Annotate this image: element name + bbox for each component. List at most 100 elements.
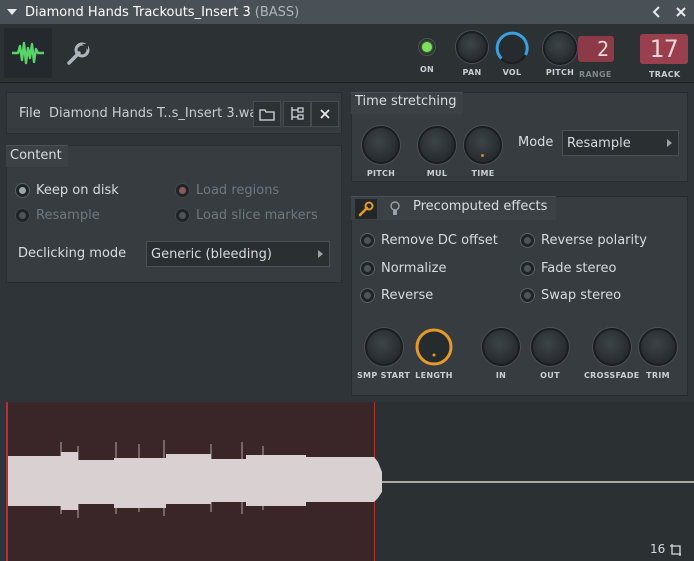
- swap-stereo-label: Swap stereo: [541, 288, 622, 303]
- fade-stereo-label: Fade stereo: [541, 261, 617, 276]
- bulb-icon[interactable]: [388, 200, 402, 218]
- on-toggle[interactable]: ON: [418, 38, 436, 74]
- caret-right-icon: [667, 139, 672, 147]
- trim-knob-group: TRIM: [639, 328, 677, 380]
- open-folder-button[interactable]: [253, 101, 281, 127]
- file-panel: File Diamond Hands T..s_Insert 3.wav: [6, 92, 342, 134]
- ts-time-knob-group: TIME: [464, 126, 502, 178]
- pan-knob[interactable]: [456, 31, 488, 63]
- on-led-icon[interactable]: [418, 38, 436, 56]
- in-knob-group: IN: [482, 328, 520, 380]
- channel-toolbar: ON PAN VOL PITCH 2 RANGE 17 TRACK: [0, 24, 694, 83]
- mode-select[interactable]: Resample: [562, 130, 679, 156]
- reverse-polarity-checkbox[interactable]: Reverse polarity: [520, 233, 647, 248]
- vol-knob[interactable]: [495, 31, 529, 65]
- out-knob-group: OUT: [531, 328, 569, 380]
- arrow-left-icon[interactable]: [648, 3, 666, 21]
- out-label: OUT: [540, 371, 560, 380]
- file-label: File: [19, 106, 41, 121]
- vol-label: VOL: [502, 68, 522, 77]
- declicking-mode-select[interactable]: Generic (bleeding): [146, 241, 330, 267]
- load-regions-radio[interactable]: Load regions: [175, 183, 279, 198]
- length-knob-group: LENGTH: [414, 327, 454, 380]
- track-value: 17: [649, 35, 679, 63]
- close-icon[interactable]: [672, 3, 690, 21]
- mode-value: Resample: [567, 135, 631, 151]
- on-label: ON: [419, 65, 435, 74]
- resample-label: Resample: [36, 208, 100, 223]
- browse-file-button[interactable]: [283, 101, 311, 127]
- waveform-display[interactable]: 16: [6, 402, 694, 561]
- in-label: IN: [495, 371, 507, 380]
- vol-knob-group: VOL: [495, 31, 529, 77]
- length-knob[interactable]: [414, 327, 454, 367]
- track-display[interactable]: 17: [640, 34, 688, 64]
- resample-radio[interactable]: Resample: [15, 208, 100, 223]
- normalize-checkbox[interactable]: Normalize: [360, 261, 446, 276]
- ts-pitch-knob[interactable]: [362, 126, 400, 164]
- time-stretching-title: Time stretching: [355, 94, 457, 109]
- precomputed-effects-title: Precomputed effects: [413, 199, 548, 214]
- range-value: 2: [596, 37, 609, 61]
- content-title: Content: [10, 148, 62, 163]
- smp-start-label: SMP START: [357, 371, 411, 380]
- smp-start-knob[interactable]: [364, 328, 403, 366]
- wrench-tab-icon[interactable]: [60, 36, 96, 72]
- ts-pitch-label: PITCH: [366, 169, 396, 178]
- waveform-graphic: [8, 440, 694, 518]
- fade-stereo-checkbox[interactable]: Fade stereo: [520, 261, 617, 276]
- reverse-checkbox[interactable]: Reverse: [360, 288, 433, 303]
- file-name: Diamond Hands T..s_Insert 3.wav: [49, 106, 253, 121]
- caret-right-icon: [318, 250, 323, 258]
- trim-label: TRIM: [646, 371, 670, 380]
- ts-time-label: TIME: [471, 169, 495, 178]
- close-icon: [320, 109, 330, 119]
- smp-start-knob-group: SMP START: [357, 328, 410, 380]
- load-slice-markers-radio[interactable]: Load slice markers: [175, 208, 318, 223]
- normalize-label: Normalize: [381, 261, 447, 276]
- remove-dc-offset-checkbox[interactable]: Remove DC offset: [360, 233, 498, 248]
- window-subtitle: (BASS): [254, 4, 300, 20]
- range-label: RANGE: [579, 70, 612, 79]
- swap-stereo-checkbox[interactable]: Swap stereo: [520, 288, 621, 303]
- zoom-value: 16: [650, 542, 666, 556]
- ts-mul-knob[interactable]: [418, 126, 456, 164]
- load-slice-markers-label: Load slice markers: [196, 208, 318, 223]
- clear-file-button[interactable]: [311, 101, 339, 127]
- pitch-knob-group: PITCH: [543, 31, 577, 77]
- wrench-icon[interactable]: [355, 199, 377, 219]
- pan-knob-group: PAN: [456, 31, 488, 77]
- reverse-polarity-label: Reverse polarity: [541, 233, 647, 248]
- pan-label: PAN: [462, 68, 482, 77]
- ts-mul-knob-group: MUL: [418, 126, 456, 178]
- trim-knob[interactable]: [639, 328, 677, 366]
- ts-mul-label: MUL: [426, 169, 448, 178]
- pitch-knob[interactable]: [543, 31, 577, 65]
- crossfade-knob-group: CROSSFADE: [584, 328, 640, 380]
- track-label: TRACK: [649, 70, 681, 79]
- title-bar: Diamond Hands Trackouts_Insert 3 (BASS): [0, 0, 694, 24]
- waveform-tab-icon[interactable]: [4, 28, 52, 78]
- folder-tree-icon: [291, 107, 304, 120]
- out-knob[interactable]: [531, 328, 569, 366]
- crossfade-label: CROSSFADE: [584, 371, 640, 380]
- remove-dc-offset-label: Remove DC offset: [381, 233, 498, 248]
- crossfade-knob[interactable]: [592, 328, 631, 366]
- ts-time-knob[interactable]: [464, 126, 502, 164]
- range-display[interactable]: 2: [578, 36, 614, 62]
- menu-arrow-icon[interactable]: [3, 3, 21, 21]
- folder-icon: [259, 108, 275, 121]
- declicking-mode-label: Declicking mode: [18, 246, 127, 261]
- in-knob[interactable]: [482, 328, 520, 366]
- declicking-mode-value: Generic (bleeding): [151, 246, 272, 262]
- ts-pitch-knob-group: PITCH: [362, 126, 400, 178]
- load-regions-label: Load regions: [196, 183, 280, 198]
- keep-on-disk-label: Keep on disk: [36, 183, 119, 198]
- reverse-label: Reverse: [381, 288, 434, 303]
- length-label: LENGTH: [415, 371, 453, 380]
- pitch-label: PITCH: [545, 68, 575, 77]
- crop-icon[interactable]: [669, 542, 683, 556]
- mode-label: Mode: [518, 135, 554, 150]
- keep-on-disk-radio[interactable]: Keep on disk: [15, 183, 119, 198]
- window-title: Diamond Hands Trackouts_Insert 3 (BASS): [25, 4, 300, 20]
